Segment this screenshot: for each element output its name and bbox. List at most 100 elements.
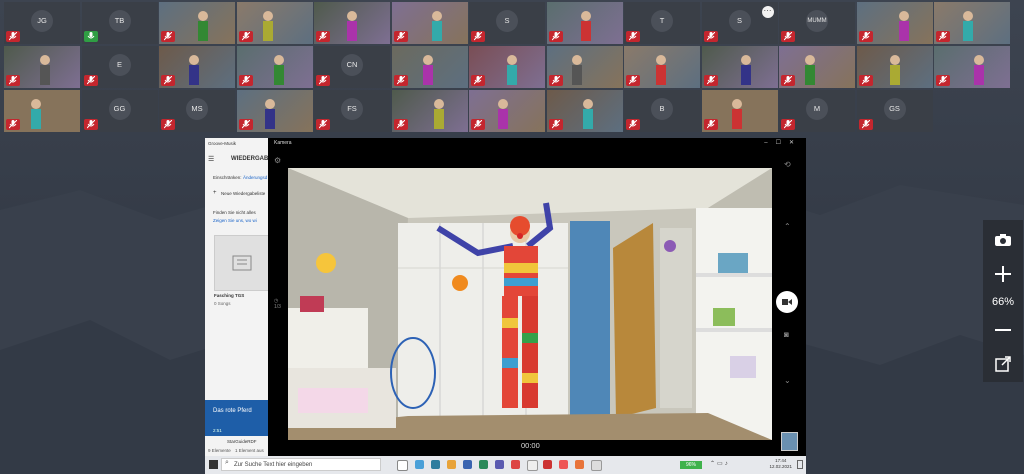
new-playlist-button[interactable]: Neue Wiedergabeliste <box>221 191 265 196</box>
participant-tile[interactable] <box>546 46 623 88</box>
task-view-icon[interactable] <box>397 460 408 471</box>
mic-muted-icon <box>781 31 795 42</box>
participant-tile[interactable] <box>701 90 778 132</box>
participant-tile[interactable]: CN <box>314 46 390 88</box>
now-playing-bar[interactable]: Das rote Pferd 2:51 <box>205 400 275 436</box>
participant-tile[interactable] <box>236 2 313 44</box>
last-capture-thumbnail[interactable] <box>781 432 798 451</box>
camera-app-icon[interactable] <box>527 460 538 471</box>
participant-initials: JG <box>31 9 53 32</box>
timer-side-label[interactable]: ◷ 1/3 <box>274 298 281 310</box>
window-controls[interactable]: –☐✕ <box>764 139 802 146</box>
menu-icon[interactable]: ☰ <box>208 155 214 163</box>
minus-icon <box>995 329 1011 331</box>
windows-taskbar: Zur Suche Text hier eingeben ⌕ 96% ⌃▭♪ 1… <box>205 456 806 474</box>
windows-start-icon[interactable] <box>209 460 218 469</box>
mic-muted-icon <box>161 119 175 130</box>
app-icon-grey[interactable] <box>591 460 602 471</box>
participant-tile[interactable] <box>934 46 1010 88</box>
excel-icon[interactable] <box>479 460 488 469</box>
mic-muted-icon <box>781 75 795 86</box>
participant-tile[interactable] <box>391 90 468 132</box>
notice-text-2[interactable]: Zeigen Sie uns, wo wi <box>213 218 257 223</box>
playlist-cover[interactable] <box>214 235 270 291</box>
more-icon[interactable]: ··· <box>761 6 774 18</box>
participant-tile[interactable] <box>856 46 933 88</box>
participant-tile[interactable]: B <box>624 90 700 132</box>
settings-icon[interactable]: ⚙ <box>274 156 281 165</box>
mic-muted-icon <box>393 75 408 86</box>
chevron-down-icon[interactable]: ⌄ <box>784 376 791 385</box>
media-icon[interactable] <box>511 460 520 469</box>
participant-tile[interactable] <box>934 2 1010 44</box>
browser-icon[interactable] <box>431 460 440 469</box>
groove-music-window[interactable]: Groove-Musik ☰ WIEDERGABE Einschränken: … <box>205 138 275 458</box>
photo-mode-icon[interactable]: ◙ <box>784 330 789 339</box>
participant-tile[interactable] <box>469 46 545 88</box>
participant-tile[interactable] <box>856 2 933 44</box>
participant-tile[interactable]: S <box>469 2 545 44</box>
video-camera-icon <box>782 299 792 305</box>
folder-icon[interactable] <box>447 460 456 469</box>
pop-out-button[interactable] <box>989 350 1017 378</box>
zoom-in-button[interactable] <box>989 260 1017 288</box>
participant-tile[interactable] <box>159 46 235 88</box>
mic-muted-icon <box>471 119 485 130</box>
mic-muted-icon <box>548 119 563 130</box>
participant-tile[interactable] <box>4 90 80 132</box>
participant-tile[interactable]: MS <box>159 90 235 132</box>
external-link-icon <box>995 356 1011 372</box>
participant-tile[interactable]: MUMM <box>779 2 855 44</box>
participant-tile[interactable] <box>159 2 235 44</box>
zoom-level: 66% <box>991 296 1015 308</box>
teams-icon[interactable] <box>495 460 504 469</box>
mic-muted-icon <box>316 75 330 86</box>
playlist-name[interactable]: Fasching TGS <box>214 293 244 298</box>
participant-tile[interactable]: M <box>779 90 855 132</box>
participant-tile[interactable] <box>546 2 623 44</box>
participant-tile[interactable] <box>236 46 313 88</box>
participant-tile[interactable]: GS <box>856 90 933 132</box>
participant-tile[interactable] <box>4 46 80 88</box>
participant-initials: TB <box>108 9 131 32</box>
mic-muted-icon <box>238 75 253 86</box>
filter-value[interactable]: Änderungsd <box>243 175 267 180</box>
screenshot-button[interactable] <box>989 226 1017 254</box>
participant-tile[interactable]: GG <box>81 90 158 132</box>
chevron-up-icon[interactable]: ⌃ <box>784 222 791 231</box>
participant-tile[interactable] <box>236 90 313 132</box>
taskbar-clock[interactable]: 17:44 12.02.2021 <box>769 458 792 470</box>
taskbar-search-input[interactable]: Zur Suche Text hier eingeben <box>221 458 381 471</box>
notification-icon[interactable] <box>797 460 803 469</box>
participant-tile[interactable]: S ··· <box>701 2 778 44</box>
tray-icons[interactable]: ⌃▭♪ <box>710 460 730 467</box>
participant-tile[interactable] <box>391 46 468 88</box>
participant-tile[interactable]: E <box>81 46 158 88</box>
participant-tile[interactable] <box>701 46 778 88</box>
status-selected: 1 Element aus <box>235 448 264 453</box>
participant-tile[interactable] <box>391 2 468 44</box>
zoom-out-button[interactable] <box>989 316 1017 344</box>
groove-icon[interactable] <box>575 460 584 469</box>
app-icon-red[interactable] <box>559 460 568 469</box>
participant-tile[interactable]: T <box>624 2 700 44</box>
participant-tile[interactable]: FS <box>314 90 390 132</box>
participant-tile[interactable] <box>779 46 855 88</box>
edge-icon[interactable] <box>415 460 424 469</box>
powerpoint-icon[interactable] <box>543 460 552 469</box>
participant-tile[interactable] <box>469 90 545 132</box>
camera-window[interactable]: Kamera –☐✕ ⚙ ◷ 1/3 ⟲ ⌃ ◙ ⌄ 00:00 <box>268 138 806 456</box>
close-icon[interactable]: ✕ <box>789 140 802 146</box>
participant-tile[interactable]: JG <box>4 2 80 44</box>
video-mode-button[interactable] <box>776 291 798 313</box>
participant-tile[interactable] <box>624 46 700 88</box>
participant-initials: S <box>728 9 751 32</box>
minimize-icon[interactable]: – <box>764 140 775 146</box>
maximize-icon[interactable]: ☐ <box>776 140 789 146</box>
camera-switch-icon[interactable]: ⟲ <box>784 160 791 169</box>
search-icon: ⌕ <box>225 459 229 466</box>
participant-tile[interactable] <box>314 2 390 44</box>
participant-tile[interactable] <box>546 90 623 132</box>
word-icon[interactable] <box>463 460 472 469</box>
participant-tile[interactable]: TB <box>81 2 158 44</box>
